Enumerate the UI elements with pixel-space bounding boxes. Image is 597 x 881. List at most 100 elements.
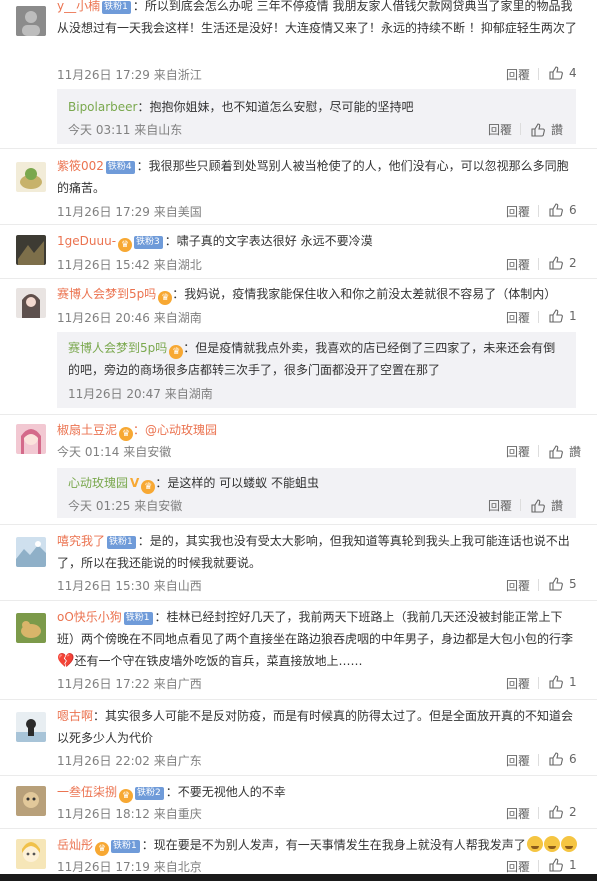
thumbs-up-icon (531, 122, 545, 137)
avatar[interactable] (16, 288, 46, 318)
comment-text: 嘻究我了 铁粉1 ：是的，其实我也没有受太大影响，但我知道等真轮到我头上我可能连话也… (57, 534, 570, 570)
fan-badge[interactable]: 铁粉1 (107, 536, 136, 549)
avatar[interactable] (16, 162, 46, 192)
divider (0, 828, 597, 829)
like-button[interactable]: 2 (549, 256, 577, 270)
divider (538, 258, 539, 270)
avatar[interactable] (16, 839, 46, 869)
fan-badge[interactable]: 铁粉3 (134, 236, 163, 249)
thumbs-up-icon (549, 752, 563, 766)
comment-meta: 11月26日 22:02 来自广东 (57, 754, 202, 768)
divider (538, 445, 539, 457)
like-button[interactable]: 1 (549, 858, 577, 872)
like-button[interactable]: 讚 (531, 497, 563, 514)
reply-meta: 今天 03:11 来自山东 (68, 123, 183, 137)
comment-meta: 11月26日 17:29 来自美国 (57, 205, 202, 219)
divider (0, 775, 597, 776)
comment-text: 岳灿彤 ♛ 铁粉1 ：现在要是不为别人发声，有一天事情发生在我身上就没有人帮我发声了 (57, 834, 579, 856)
fan-badge[interactable]: 铁粉4 (105, 161, 135, 174)
username[interactable]: 紫筱002 (57, 159, 104, 173)
avatar[interactable] (16, 235, 46, 265)
like-button[interactable]: 5 (549, 577, 577, 591)
taskbar-strip (0, 874, 597, 881)
comment-meta: 11月26日 15:30 来自山西 (57, 579, 202, 593)
reply-button[interactable]: 回覆 (506, 256, 530, 273)
vip-icon: ♛ (118, 238, 133, 252)
comment-text: 紫筱002 铁粉4 ：我很那些只顾着到处骂别人被当枪使了的人，他们没有心，可以忽视那… (57, 159, 569, 195)
vip-icon: ♛ (141, 480, 156, 494)
reply-button[interactable]: 回覆 (488, 121, 512, 138)
reply-button[interactable]: 回覆 (488, 497, 512, 514)
thumbs-up-icon (549, 675, 563, 689)
reply-button[interactable]: 回覆 (506, 805, 530, 822)
reply-button[interactable]: 回覆 (506, 577, 530, 594)
reply-button[interactable]: 回覆 (506, 66, 530, 83)
comment-meta: 11月26日 18:12 来自重庆 (57, 807, 202, 821)
thumbs-up-icon (531, 498, 545, 513)
vip-icon: ♛ (95, 842, 110, 856)
reply-box: Bipolarbeer：抱抱你姐妹，也不知道怎么安慰，尽可能的坚持吧 今天 03… (57, 89, 576, 144)
fan-badge[interactable]: 铁粉1 (102, 1, 131, 14)
crying-emoji-icon (543, 836, 560, 852)
like-button[interactable]: 6 (549, 203, 577, 217)
username[interactable]: 椒扇土豆泥 (57, 423, 117, 437)
like-button[interactable]: 6 (549, 752, 577, 766)
divider (538, 205, 539, 217)
reply-meta: 今天 01:25 来自安徽 (68, 499, 183, 513)
divider (0, 414, 597, 415)
username[interactable]: y__小楠 (57, 0, 100, 13)
crying-emoji-icon (560, 836, 577, 852)
username[interactable]: 心动玫瑰园 (68, 476, 128, 490)
vip-icon: ♛ (169, 345, 184, 359)
divider (538, 579, 539, 591)
comment-text: 椒扇土豆泥 ♛ ：@心动玫瑰园 (57, 419, 579, 441)
avatar[interactable] (16, 537, 46, 567)
reply-button[interactable]: 回覆 (506, 203, 530, 220)
username[interactable]: 一叁伍柒捌 (57, 785, 117, 799)
comment-panel: y__小楠 铁粉1 ：所以到底会怎么办呢 三年不停疫情 我朋友家人借钱欠款网贷典当了… (0, 0, 597, 874)
comment-text: 赛博人会梦到5p吗 ♛ ：我妈说，疫情我家能保住收入和你之前没太差就很不容易了（体制… (57, 287, 557, 305)
username[interactable]: 赛博人会梦到5p吗 (57, 287, 156, 301)
vip-icon: ♛ (119, 789, 134, 803)
divider (0, 148, 597, 149)
reply-button[interactable]: 回覆 (506, 858, 530, 875)
like-button[interactable]: 1 (549, 675, 577, 689)
reply-text: 赛博人会梦到5p吗 ♛ ：但是疫情就我点外卖，我喜欢的店已经倒了三四家了，未来还会有… (68, 341, 556, 377)
like-button[interactable]: 讚 (549, 443, 581, 460)
username[interactable]: Bipolarbeer (68, 100, 137, 114)
username[interactable]: 嘻究我了 (57, 534, 105, 548)
mention-link[interactable]: ：@心动玫瑰园 (133, 423, 217, 437)
fan-badge[interactable]: 铁粉1 (111, 840, 140, 853)
comment-meta: 今天 01:14 来自安徽 (57, 445, 172, 459)
reply-button[interactable]: 回覆 (506, 443, 530, 460)
avatar[interactable] (16, 424, 46, 454)
crying-emoji-icon (526, 836, 543, 852)
like-button[interactable]: 2 (549, 805, 577, 819)
username[interactable]: 岳灿彤 (57, 838, 93, 852)
avatar[interactable] (16, 786, 46, 816)
fan-badge[interactable]: 铁粉1 (123, 612, 153, 625)
verified-icon: V (130, 476, 140, 490)
thumbs-up-icon (549, 805, 563, 819)
username[interactable]: 嗯古啊 (57, 709, 93, 723)
like-button[interactable]: 讚 (531, 121, 563, 138)
avatar[interactable] (16, 6, 46, 36)
divider (0, 524, 597, 525)
username[interactable]: 1geDuuu- (57, 234, 116, 248)
reply-button[interactable]: 回覆 (506, 752, 530, 769)
comment-text: y__小楠 铁粉1 ：所以到底会怎么办呢 三年不停疫情 我朋友家人借钱欠款网贷典当了… (57, 0, 577, 35)
reply-box: 赛博人会梦到5p吗 ♛ ：但是疫情就我点外卖，我喜欢的店已经倒了三四家了，未来还会有… (57, 332, 576, 408)
like-button[interactable]: 4 (549, 66, 577, 80)
thumbs-up-icon (549, 577, 563, 591)
comment-meta: 11月26日 20:46 来自湖南 (57, 311, 202, 325)
reply-button[interactable]: 回覆 (506, 309, 530, 326)
like-button[interactable]: 1 (549, 309, 577, 323)
username[interactable]: 赛博人会梦到5p吗 (68, 341, 167, 355)
username[interactable]: oO快乐小狗 (57, 610, 122, 624)
reply-button[interactable]: 回覆 (506, 675, 530, 692)
avatar[interactable] (16, 712, 46, 742)
fan-badge[interactable]: 铁粉2 (135, 787, 164, 800)
avatar[interactable] (16, 613, 46, 643)
comment-meta: 11月26日 17:19 来自北京 (57, 860, 202, 874)
comment-meta: 11月26日 15:42 来自湖北 (57, 258, 202, 272)
